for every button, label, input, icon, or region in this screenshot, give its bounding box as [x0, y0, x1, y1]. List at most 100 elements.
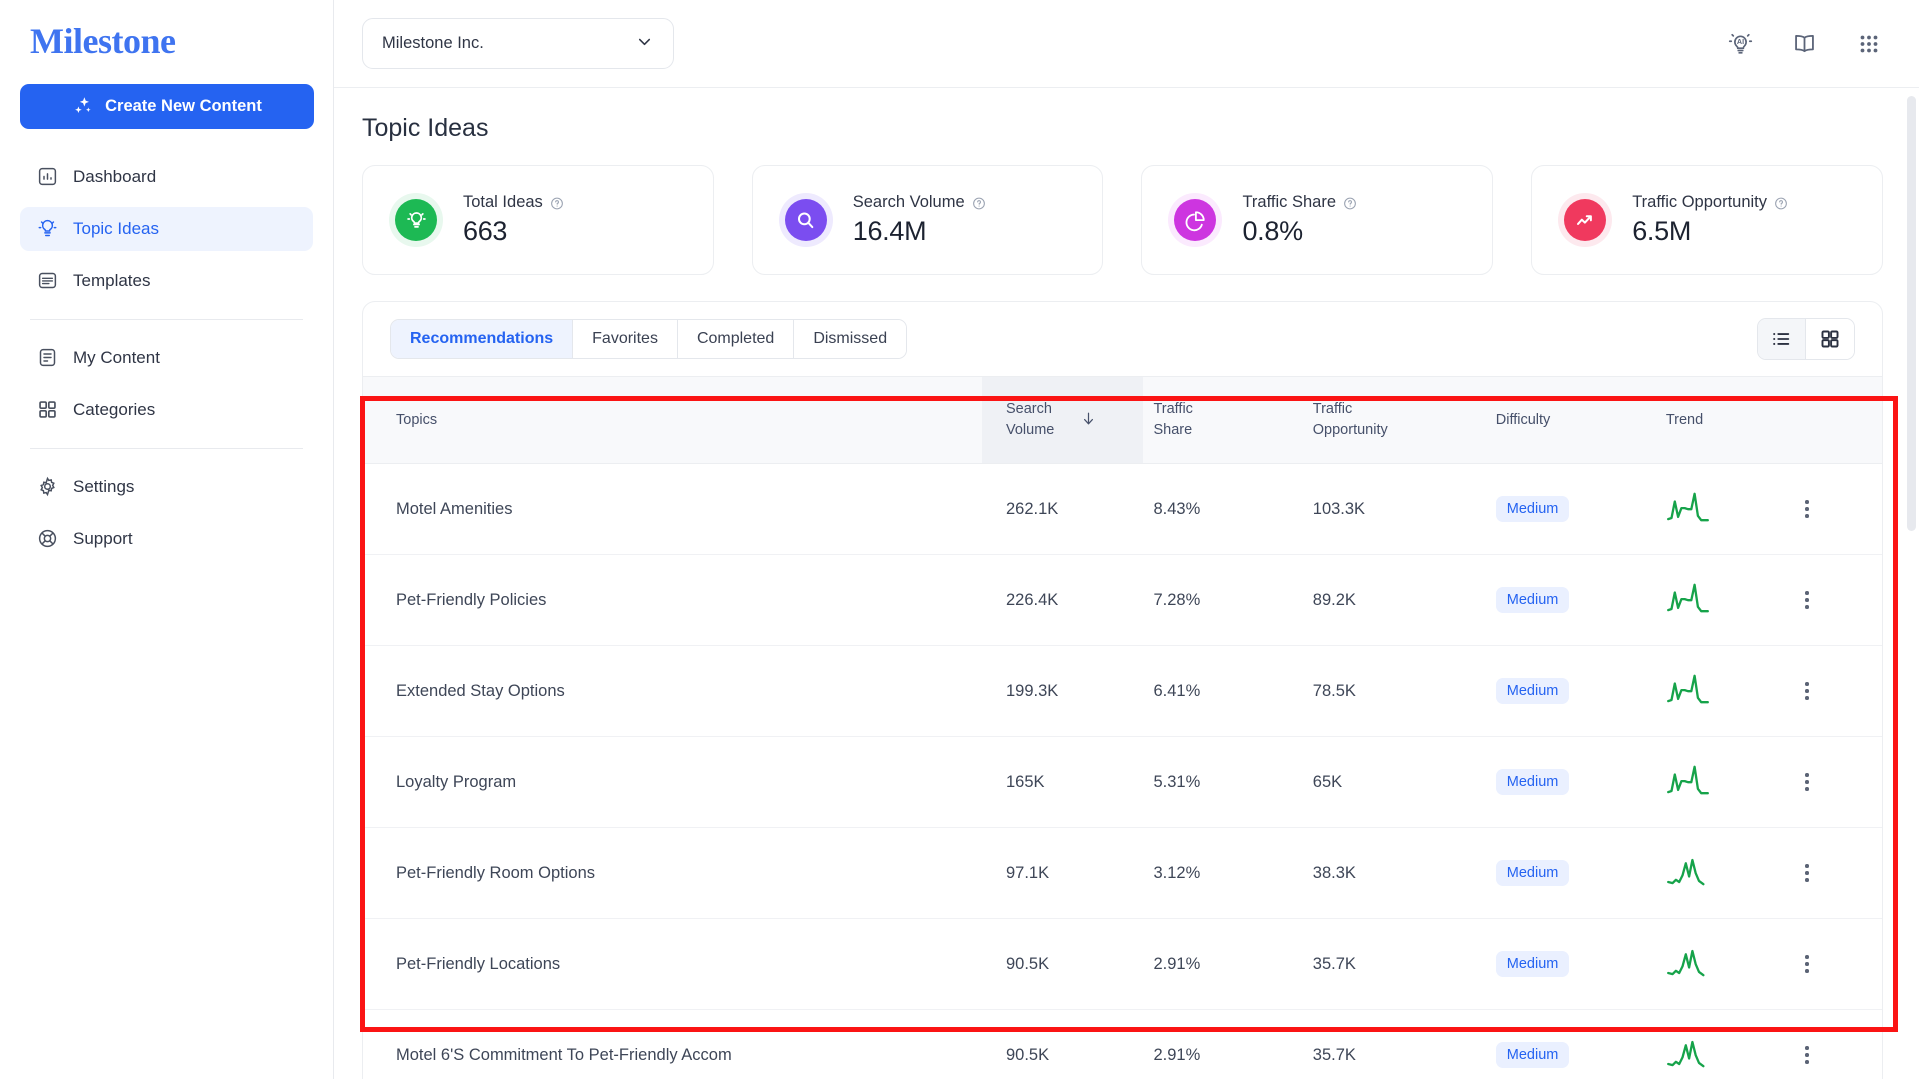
cell-topic[interactable]: Pet-Friendly Policies — [363, 554, 982, 647]
list-view-icon[interactable] — [1757, 319, 1806, 359]
sidebar-item-templates[interactable]: Templates — [20, 259, 313, 303]
cell-actions — [1795, 554, 1882, 647]
help-circle-icon[interactable] — [550, 196, 564, 210]
cell-traffic-opportunity: 38.3K — [1302, 827, 1486, 920]
sidebar-item-settings[interactable]: Settings — [20, 465, 313, 509]
sparkline-b-icon — [1666, 1040, 1710, 1074]
vertical-scrollbar-thumb[interactable] — [1906, 96, 1916, 531]
stats-row: Total Ideas 663 Search Volume 16.4M Traf… — [362, 165, 1883, 275]
cell-difficulty: Medium — [1485, 1009, 1656, 1079]
cell-trend — [1655, 645, 1796, 738]
sidebar-item-label: Support — [73, 528, 133, 548]
arrow-down-icon[interactable] — [1080, 410, 1097, 431]
create-new-content-button[interactable]: Create New Content — [20, 83, 314, 129]
table-row[interactable]: Loyalty Program 165K 5.31% 65K Medium — [363, 736, 1882, 829]
sidebar-item-dashboard[interactable]: Dashboard — [20, 155, 313, 199]
chevron-down-icon — [635, 32, 654, 56]
create-new-content-label: Create New Content — [105, 96, 262, 115]
more-vertical-icon[interactable] — [1796, 682, 1818, 700]
column-label: Traffic — [1312, 401, 1353, 417]
trending-up-icon — [1564, 199, 1607, 241]
more-vertical-icon[interactable] — [1796, 955, 1818, 973]
table-header: Topics Search Volume Traffic Share Traff… — [363, 375, 1882, 465]
cell-actions — [1795, 827, 1882, 920]
sidebar-item-support[interactable]: Support — [20, 517, 313, 561]
table-row[interactable]: Pet-Friendly Policies 226.4K 7.28% 89.2K Med… — [363, 554, 1882, 647]
tab-completed[interactable]: Completed — [677, 320, 795, 358]
table-row[interactable]: Pet-Friendly Room Options 97.1K 3.12% 38.3K… — [363, 827, 1882, 920]
column-header-difficulty[interactable]: Difficulty — [1485, 375, 1656, 465]
cell-difficulty: Medium — [1485, 645, 1656, 738]
cell-trend — [1655, 736, 1796, 829]
sidebar-item-topic-ideas[interactable]: Topic Ideas — [20, 206, 313, 251]
column-label-2: Share — [1153, 422, 1193, 439]
help-circle-icon[interactable] — [1343, 196, 1357, 210]
more-vertical-icon[interactable] — [1796, 591, 1818, 609]
more-vertical-icon[interactable] — [1796, 773, 1818, 791]
more-vertical-icon[interactable] — [1796, 500, 1818, 518]
cell-topic[interactable]: Motel 6'S Commitment To Pet-Friendly Acc… — [363, 1009, 982, 1079]
help-circle-icon[interactable] — [972, 196, 986, 210]
book-icon[interactable] — [1791, 30, 1819, 58]
sidebar-item-label: Categories — [73, 399, 156, 419]
apps-grid-icon[interactable] — [1855, 30, 1883, 58]
panel-header: Recommendations Favorites Completed Dism… — [363, 302, 1882, 376]
stat-label: Traffic Opportunity — [1632, 193, 1768, 211]
cell-actions — [1795, 736, 1882, 829]
stat-value: 6.5M — [1632, 216, 1692, 246]
sidebar-item-categories[interactable]: Categories — [20, 388, 313, 432]
ai-lightbulb-icon[interactable]: AI — [1727, 30, 1755, 58]
table-row[interactable]: Motel Amenities 262.1K 8.43% 103.3K Medium — [363, 463, 1882, 556]
cell-traffic-share: 7.28% — [1143, 554, 1303, 647]
tab-dismissed[interactable]: Dismissed — [794, 320, 907, 358]
org-selector[interactable]: Milestone Inc. — [362, 18, 674, 69]
pie-chart-icon — [1174, 199, 1217, 241]
status-badge: Medium — [1495, 769, 1570, 796]
stat-card-total-ideas: Total Ideas 663 — [362, 165, 714, 275]
column-label: Trend — [1665, 412, 1704, 429]
cell-traffic-share: 6.41% — [1143, 645, 1303, 738]
more-vertical-icon[interactable] — [1796, 864, 1818, 882]
cell-traffic-opportunity: 35.7K — [1302, 918, 1486, 1011]
cell-topic[interactable]: Loyalty Program — [363, 736, 982, 829]
table-row[interactable]: Extended Stay Options 199.3K 6.41% 78.5K Med… — [363, 645, 1882, 738]
grid-view-icon[interactable] — [1805, 319, 1854, 359]
cell-topic[interactable]: Pet-Friendly Locations — [363, 918, 982, 1011]
tabs: Recommendations Favorites Completed Dism… — [390, 319, 908, 359]
sparkline-a-icon — [1666, 492, 1710, 528]
cell-topic[interactable]: Pet-Friendly Room Options — [363, 827, 982, 920]
cell-trend — [1655, 463, 1796, 556]
grid-icon — [36, 399, 58, 421]
help-circle-icon[interactable] — [1774, 196, 1788, 210]
column-header-traffic-opportunity[interactable]: Traffic Opportunity — [1302, 375, 1486, 465]
lifebuoy-icon — [36, 528, 58, 550]
cell-traffic-share: 2.91% — [1143, 1009, 1303, 1079]
cell-traffic-opportunity: 65K — [1302, 736, 1486, 829]
stat-card-search-volume: Search Volume 16.4M — [751, 165, 1104, 275]
status-badge: Medium — [1495, 496, 1570, 523]
column-label: Difficulty — [1495, 412, 1551, 429]
sidebar-item-my-content[interactable]: My Content — [20, 336, 313, 380]
column-header-trend[interactable]: Trend — [1655, 375, 1796, 465]
tab-recommendations[interactable]: Recommendations — [391, 320, 574, 358]
cell-topic[interactable]: Extended Stay Options — [363, 645, 982, 738]
cell-topic[interactable]: Motel Amenities — [363, 463, 982, 556]
column-header-search-volume[interactable]: Search Volume — [981, 375, 1144, 465]
table-row[interactable]: Motel 6'S Commitment To Pet-Friendly Acc… — [363, 1009, 1882, 1079]
sidebar-divider-2 — [30, 447, 303, 449]
stat-body: Traffic Opportunity 6.5M — [1632, 193, 1788, 247]
column-label: Search — [1005, 401, 1052, 417]
column-header-traffic-share[interactable]: Traffic Share — [1143, 375, 1303, 465]
column-header-topics[interactable]: Topics — [363, 375, 982, 465]
sparkline-a-icon — [1666, 765, 1710, 801]
stat-body: Search Volume 16.4M — [853, 193, 986, 247]
table-row[interactable]: Pet-Friendly Locations 90.5K 2.91% 35.7K Med… — [363, 918, 1882, 1011]
stat-value: 16.4M — [852, 216, 927, 246]
column-label-2: Opportunity — [1312, 422, 1388, 439]
tab-favorites[interactable]: Favorites — [573, 320, 678, 358]
cell-actions — [1795, 463, 1882, 556]
stat-value: 663 — [463, 216, 508, 246]
more-vertical-icon[interactable] — [1796, 1046, 1818, 1064]
brand-logo[interactable]: Milestone — [30, 21, 313, 62]
sparkline-b-icon — [1666, 858, 1710, 892]
